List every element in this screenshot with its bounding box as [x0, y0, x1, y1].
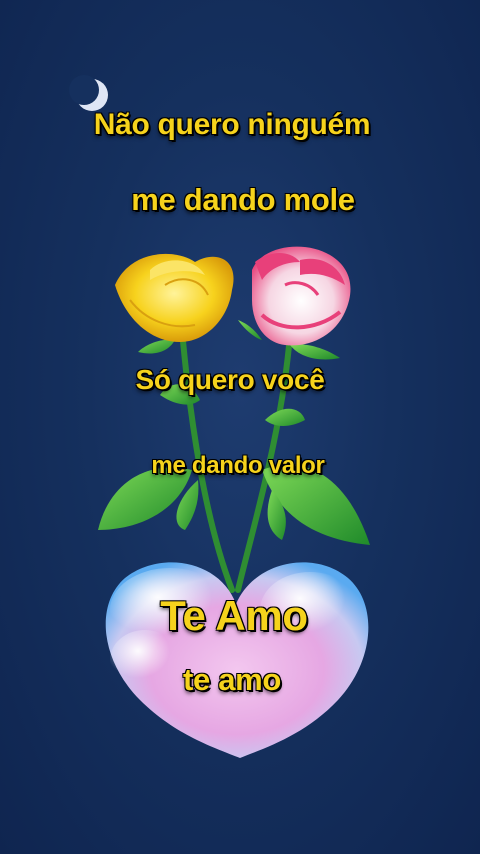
line-4-text: me dando valor	[151, 452, 325, 479]
line-2-text: me dando mole	[131, 182, 355, 217]
line-3-text: Só quero você	[135, 364, 325, 395]
te-amo-title: Te Amo	[160, 592, 308, 639]
line-1-text: Não quero ninguém	[93, 108, 371, 141]
te-amo-subtitle: te amo	[182, 662, 282, 697]
yellow-rose	[115, 253, 234, 342]
pink-rose	[252, 246, 351, 346]
rose-leaves	[98, 320, 370, 545]
crescent-moon-icon	[69, 75, 108, 111]
